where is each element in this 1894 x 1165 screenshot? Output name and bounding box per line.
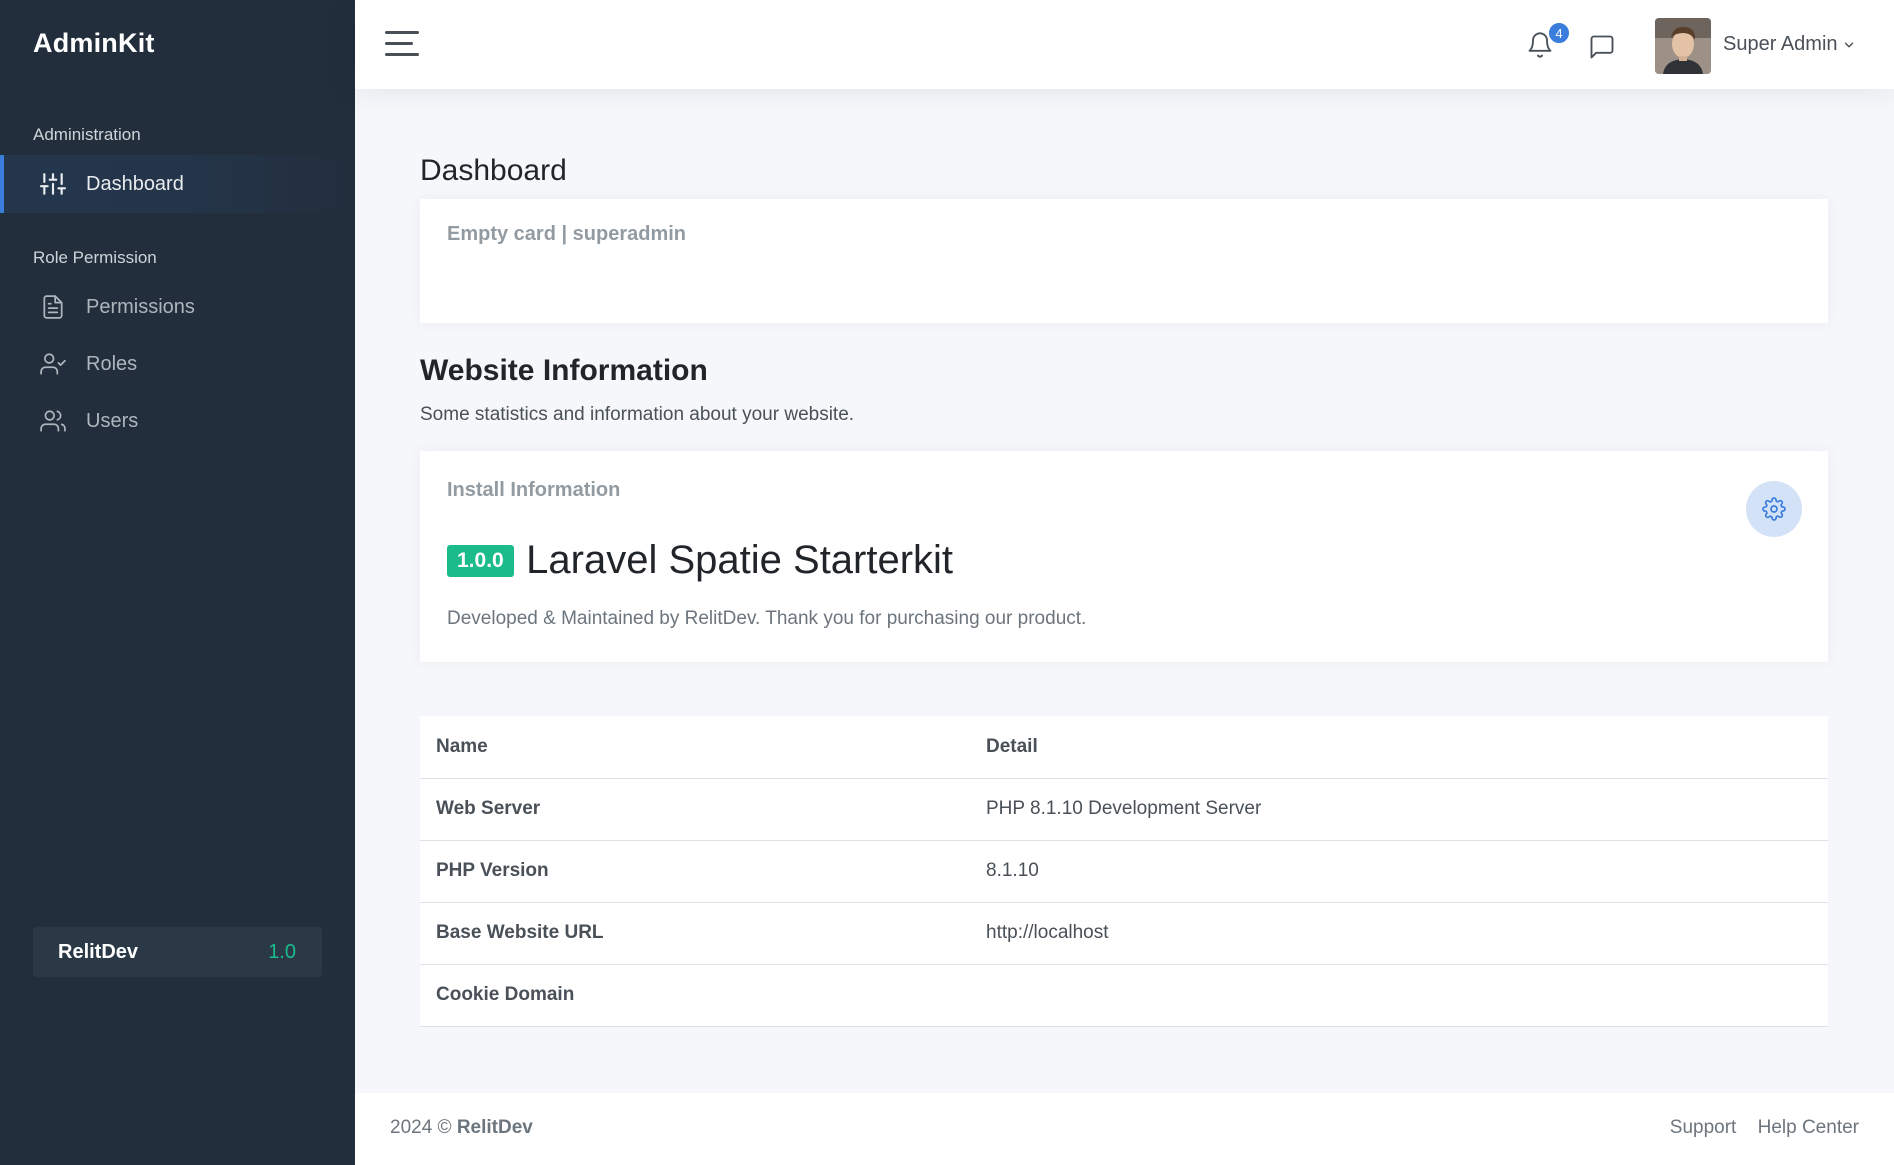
version-badge: 1.0.0 (447, 544, 514, 577)
sliders-icon (40, 171, 66, 197)
column-header-name: Name (420, 716, 970, 779)
sidebar: AdminKit Administration Dashboard Role P… (0, 0, 355, 1165)
table-header-row: Name Detail (420, 716, 1828, 779)
row-name: Web Server (420, 778, 970, 841)
column-header-detail: Detail (970, 716, 1828, 779)
row-detail: 8.1.10 (970, 840, 1828, 903)
file-text-icon (40, 294, 66, 320)
cta-version: 1.0 (268, 940, 296, 963)
install-info-card: Install Information 1.0.0 Laravel Spatie… (420, 451, 1828, 662)
cta-name: RelitDev (58, 940, 139, 963)
install-card-title: Install Information (447, 479, 621, 501)
sidebar-item-users[interactable]: Users (0, 392, 355, 450)
sidebar-item-label: Dashboard (86, 172, 184, 195)
footer-year: 2024 © (390, 1117, 452, 1138)
row-detail: PHP 8.1.10 Development Server (970, 778, 1828, 841)
sidebar-header-role-permission: Role Permission (33, 248, 157, 267)
product-heading: 1.0.0 Laravel Spatie Starterkit (447, 538, 953, 583)
sidebar-item-dashboard[interactable]: Dashboard (0, 155, 355, 213)
row-detail (970, 964, 1828, 1027)
avatar[interactable] (1655, 18, 1711, 74)
settings-button[interactable] (1746, 481, 1802, 537)
table-row: Base Website URL http://localhost (420, 902, 1828, 965)
chevron-down-icon[interactable] (1842, 38, 1856, 52)
empty-card: Empty card | superadmin (420, 199, 1828, 323)
sidebar-item-label: Roles (86, 352, 138, 375)
footer-link-help-center[interactable]: Help Center (1758, 1117, 1859, 1138)
notification-badge: 4 (1548, 22, 1570, 44)
row-name: Base Website URL (420, 902, 970, 965)
table-row: PHP Version 8.1.10 (420, 840, 1828, 903)
settings-icon (1762, 497, 1786, 521)
sidebar-item-label: Permissions (86, 295, 195, 318)
footer: 2024 © RelitDev Support Help Center (355, 1093, 1894, 1165)
table-row: Cookie Domain (420, 964, 1828, 1027)
row-name: PHP Version (420, 840, 970, 903)
sidebar-item-label: Users (86, 409, 139, 432)
sidebar-item-permissions[interactable]: Permissions (0, 278, 355, 336)
message-square-icon[interactable] (1587, 32, 1617, 62)
user-menu[interactable]: Super Admin (1723, 33, 1838, 56)
empty-card-text: Empty card | superadmin (447, 223, 686, 245)
hamburger-icon[interactable] (385, 31, 419, 57)
row-name: Cookie Domain (420, 964, 970, 1027)
sidebar-item-roles[interactable]: Roles (0, 335, 355, 393)
table-row: Web Server PHP 8.1.10 Development Server (420, 778, 1828, 841)
footer-links: Support Help Center (1654, 1117, 1859, 1139)
brand-logo[interactable]: AdminKit (33, 28, 155, 59)
sidebar-cta: RelitDev 1.0 (33, 927, 322, 977)
product-description: Developed & Maintained by RelitDev. Than… (447, 608, 1087, 629)
top-navbar: 4 Super Admin (355, 0, 1894, 89)
row-detail: http://localhost (970, 902, 1828, 965)
user-check-icon (40, 351, 66, 377)
section-title: Website Information (420, 354, 708, 387)
users-icon (40, 408, 66, 434)
footer-brand-link[interactable]: RelitDev (457, 1117, 533, 1138)
product-name: Laravel Spatie Starterkit (526, 538, 954, 582)
sidebar-header-administration: Administration (33, 125, 141, 144)
info-table: Name Detail Web Server PHP 8.1.10 Develo… (420, 716, 1828, 1027)
page-title: Dashboard (420, 154, 567, 187)
footer-copyright: 2024 © RelitDev (390, 1117, 533, 1139)
footer-link-support[interactable]: Support (1670, 1117, 1737, 1138)
section-subtitle: Some statistics and information about yo… (420, 404, 855, 425)
